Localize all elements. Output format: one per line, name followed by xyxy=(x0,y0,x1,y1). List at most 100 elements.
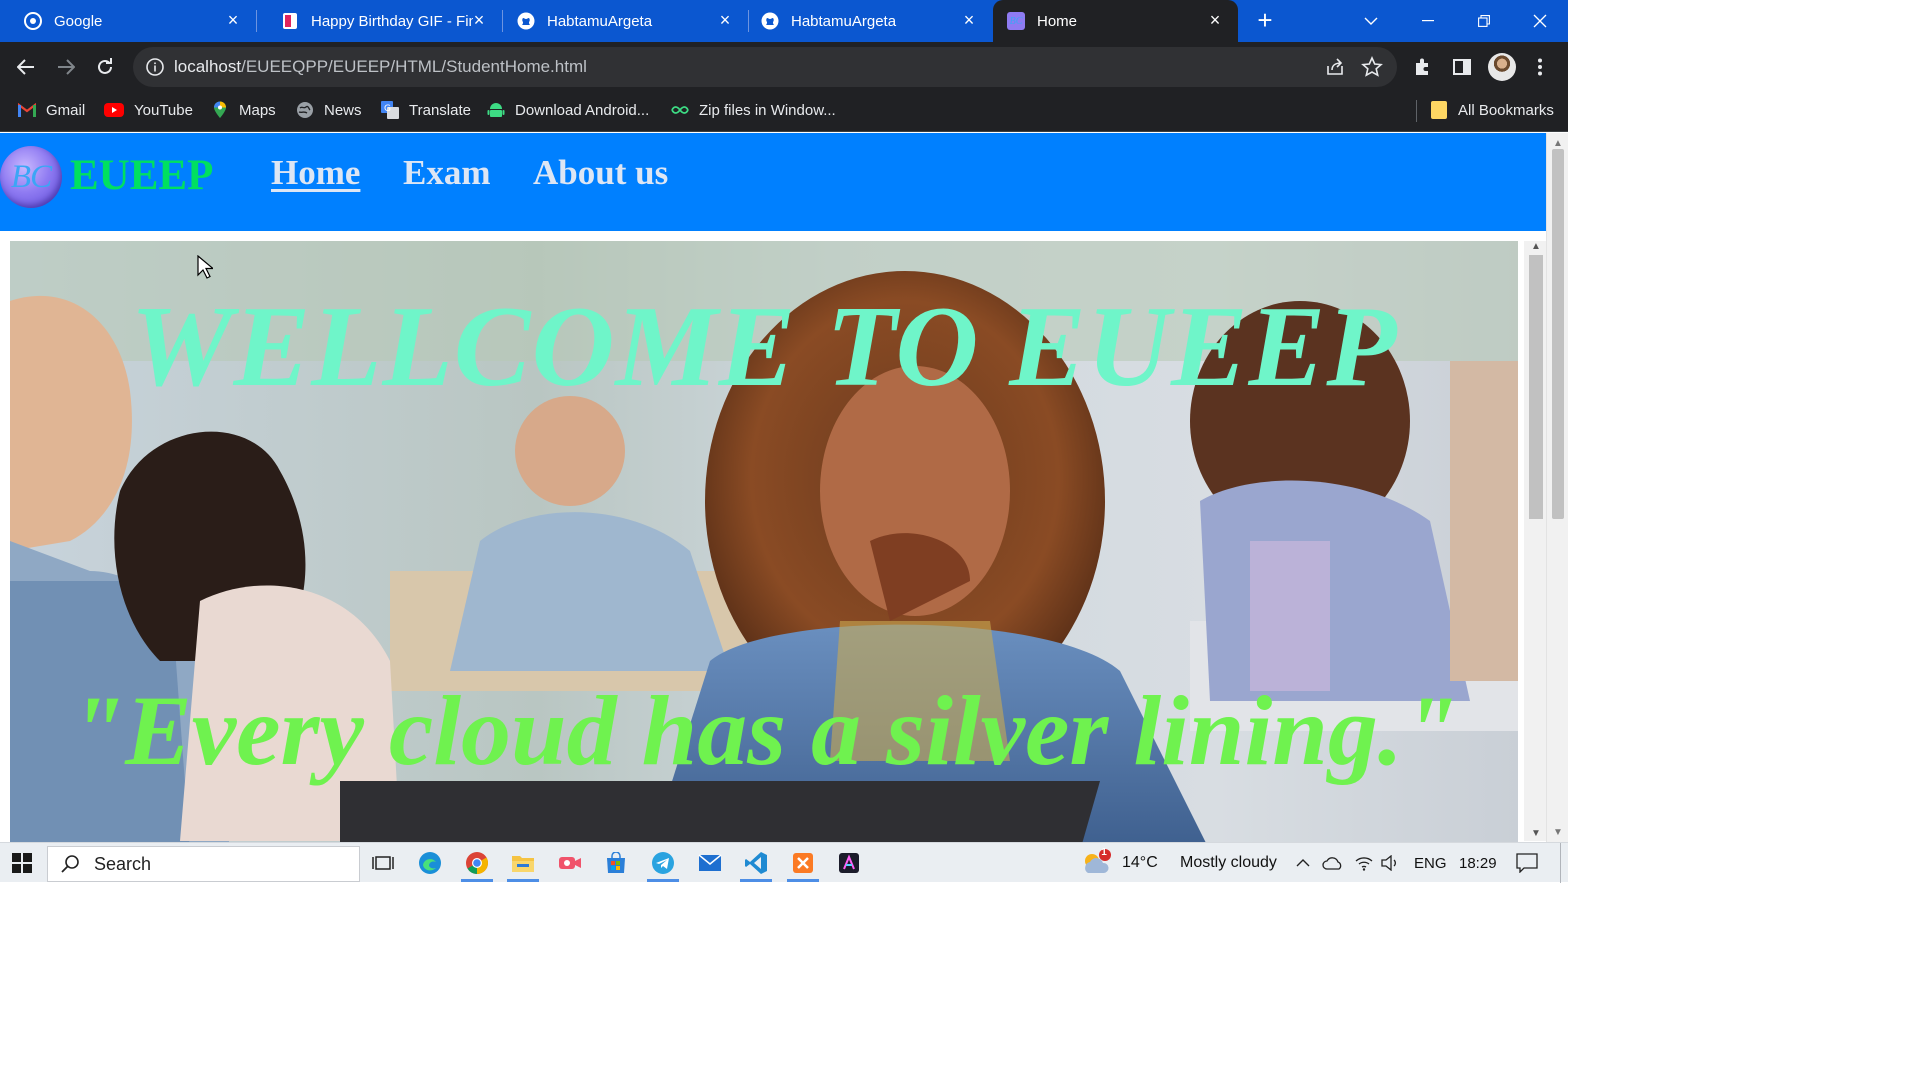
show-desktop-button[interactable] xyxy=(1560,843,1568,883)
telegram-app-icon[interactable] xyxy=(647,847,679,882)
scroll-up-arrow-icon[interactable]: ▲ xyxy=(1531,241,1541,252)
vscode-app-icon[interactable] xyxy=(740,847,772,882)
extensions-icon[interactable] xyxy=(1407,51,1439,83)
url-text[interactable]: localhost/EUEEQPP/EUEEP/HTML/StudentHome… xyxy=(174,57,587,77)
tab-github-1[interactable]: HabtamuArgeta × xyxy=(503,0,748,42)
tab-happy-birthday[interactable]: Happy Birthday GIF - Find × xyxy=(257,0,502,42)
bookmark-news[interactable]: News xyxy=(296,92,362,128)
profile-avatar[interactable] xyxy=(1488,53,1516,81)
wifi-icon[interactable] xyxy=(1352,843,1376,883)
page-viewport: BC EUEEP Home Exam About us WELLCOME TO … xyxy=(0,133,1546,842)
bookmarks-divider xyxy=(1416,100,1417,122)
edge-app-icon[interactable] xyxy=(414,847,446,879)
address-bar[interactable]: localhost/EUEEQPP/EUEEP/HTML/StudentHome… xyxy=(133,47,1397,87)
volume-icon[interactable] xyxy=(1378,843,1402,883)
side-panel-icon[interactable] xyxy=(1446,51,1478,83)
bookmark-label: YouTube xyxy=(134,101,193,119)
running-indicator xyxy=(461,879,493,882)
bookmark-gmail[interactable]: Gmail xyxy=(18,92,85,128)
gmail-icon xyxy=(18,101,36,119)
site-logo[interactable]: BC xyxy=(0,146,62,208)
recorder-app-icon[interactable] xyxy=(554,847,586,879)
forward-button[interactable] xyxy=(50,51,82,83)
bookmark-maps[interactable]: Maps xyxy=(211,92,276,128)
scrollbar-thumb[interactable] xyxy=(1552,149,1564,519)
file-explorer-icon[interactable] xyxy=(507,847,539,882)
close-tab-icon[interactable]: × xyxy=(960,11,978,29)
site-info-icon[interactable] xyxy=(145,57,165,77)
tab-title: Google xyxy=(54,12,103,30)
page-inner-scrollbar[interactable]: ▲ ▼ xyxy=(1524,241,1546,841)
bookmarks-bar: Gmail YouTube Maps News G Translate Down… xyxy=(0,92,1568,132)
scrollbar-thumb[interactable] xyxy=(1529,255,1543,519)
tab-google[interactable]: Google × xyxy=(0,0,256,42)
url-path: /EUEEQPP/EUEEP/HTML/StudentHome.html xyxy=(241,57,587,76)
bookmark-youtube[interactable]: YouTube xyxy=(104,92,193,128)
nav-home-link[interactable]: Home xyxy=(271,153,360,193)
show-hidden-icons[interactable] xyxy=(1292,843,1314,883)
share-icon[interactable] xyxy=(1325,57,1345,77)
weather-badge: 1 xyxy=(1101,847,1107,858)
browser-scrollbar[interactable]: ▲ ▼ xyxy=(1546,133,1568,842)
tab-search-button[interactable] xyxy=(1343,0,1399,42)
logo-text: BC xyxy=(10,158,52,195)
adobe-app-icon[interactable] xyxy=(833,847,865,879)
google-icon xyxy=(24,12,42,30)
running-indicator xyxy=(787,879,819,882)
browser-toolbar: localhost/EUEEQPP/EUEEP/HTML/StudentHome… xyxy=(0,42,1568,92)
bookmark-star-icon[interactable] xyxy=(1361,56,1383,78)
close-tab-icon[interactable]: × xyxy=(224,11,242,29)
language-indicator[interactable]: ENG xyxy=(1414,855,1447,872)
chrome-app-icon[interactable] xyxy=(461,847,493,882)
browser-window: Google × Happy Birthday GIF - Find × Hab… xyxy=(0,0,1568,883)
site-navbar: BC EUEEP Home Exam About us xyxy=(0,133,1546,231)
mail-app-icon[interactable] xyxy=(694,847,726,879)
tab-github-2[interactable]: HabtamuArgeta × xyxy=(749,0,992,42)
tab-home[interactable]: BC Home × xyxy=(993,0,1238,42)
search-icon xyxy=(60,854,80,874)
scroll-down-arrow-icon[interactable]: ▼ xyxy=(1531,828,1541,839)
bookmark-zip-files[interactable]: Zip files in Window... xyxy=(671,92,836,128)
close-tab-icon[interactable]: × xyxy=(1206,11,1224,29)
scroll-up-arrow-icon[interactable]: ▲ xyxy=(1553,139,1563,149)
notifications-icon[interactable] xyxy=(1512,843,1542,883)
all-bookmarks-label: All Bookmarks xyxy=(1458,101,1554,119)
back-button[interactable] xyxy=(10,51,42,83)
weather-desc[interactable]: Mostly cloudy xyxy=(1180,854,1277,872)
weather-icon[interactable]: 1 xyxy=(1078,843,1114,883)
onedrive-icon[interactable] xyxy=(1320,843,1346,883)
clock-time[interactable]: 18:29 xyxy=(1459,855,1497,872)
task-view-icon[interactable] xyxy=(368,843,398,883)
start-button[interactable] xyxy=(0,843,44,883)
translate-icon: G xyxy=(381,101,399,119)
github-icon xyxy=(517,12,535,30)
tab-strip: Google × Happy Birthday GIF - Find × Hab… xyxy=(0,0,1568,42)
new-tab-button[interactable]: + xyxy=(1252,7,1278,34)
taskbar-search[interactable]: Search xyxy=(47,846,360,882)
hero-quote: "Every cloud has a silver lining." xyxy=(69,675,1459,786)
close-window-button[interactable] xyxy=(1512,0,1568,42)
bookmark-label: Gmail xyxy=(46,101,86,119)
nav-about-link[interactable]: About us xyxy=(533,153,668,193)
menu-icon[interactable] xyxy=(1524,51,1556,83)
all-bookmarks-folder[interactable]: All Bookmarks xyxy=(1430,92,1554,128)
close-tab-icon[interactable]: × xyxy=(716,11,734,29)
restore-button[interactable] xyxy=(1456,0,1512,42)
running-indicator xyxy=(507,879,539,882)
url-host: localhost xyxy=(174,57,242,76)
youtube-icon xyxy=(104,101,124,119)
close-tab-icon[interactable]: × xyxy=(470,11,488,29)
github-icon xyxy=(761,12,779,30)
weather-temp[interactable]: 14°C xyxy=(1122,854,1158,872)
link-icon xyxy=(671,101,689,119)
bookmark-android[interactable]: Download Android... xyxy=(487,92,649,128)
minimize-button[interactable] xyxy=(1400,0,1456,42)
bookmark-label: Zip files in Window... xyxy=(699,101,836,119)
site-brand[interactable]: EUEEP xyxy=(70,151,213,200)
xampp-app-icon[interactable] xyxy=(787,847,819,882)
reload-button[interactable] xyxy=(89,51,121,83)
scroll-down-arrow-icon[interactable]: ▼ xyxy=(1553,828,1563,838)
bookmark-translate[interactable]: G Translate xyxy=(381,92,471,128)
store-app-icon[interactable] xyxy=(600,847,632,879)
nav-exam-link[interactable]: Exam xyxy=(403,153,491,193)
